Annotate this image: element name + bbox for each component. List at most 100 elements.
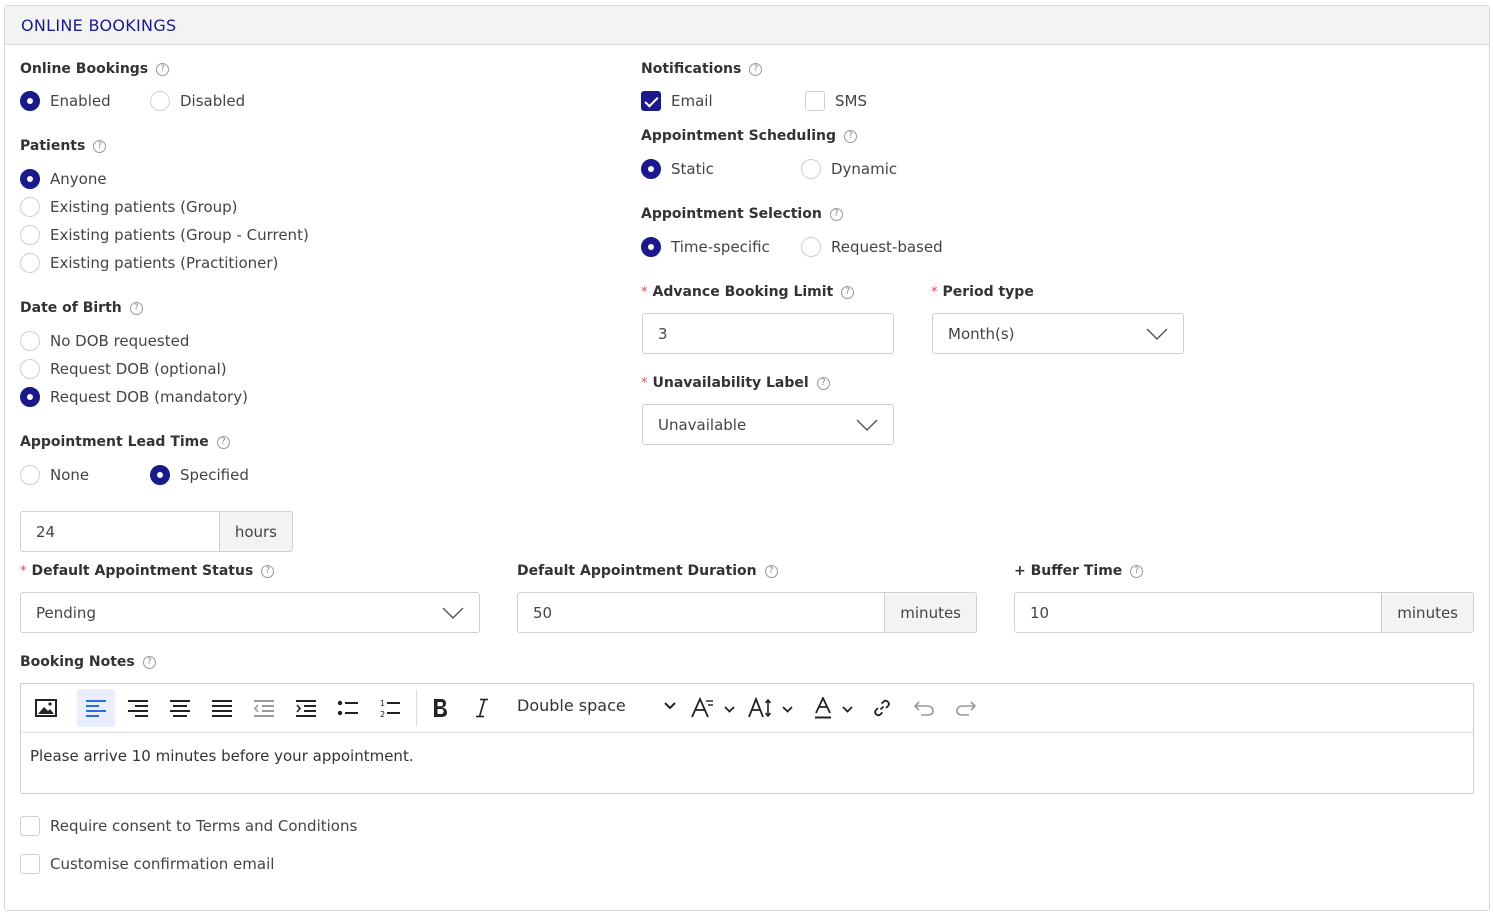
selection-label: Appointment Selection ?	[641, 206, 843, 222]
lead-time-none-radio[interactable]: None	[20, 465, 89, 485]
default-duration-input-group: 50 minutes	[517, 592, 977, 633]
image-icon[interactable]	[27, 689, 65, 727]
required-mark: *	[931, 284, 938, 300]
booking-notes-editor: 12 Double space Please arrive 10 minutes…	[20, 683, 1474, 794]
online-bookings-enabled-radio[interactable]: Enabled	[20, 91, 111, 111]
checkbox-icon[interactable]	[20, 854, 40, 874]
align-right-icon[interactable]	[119, 689, 157, 727]
lead-time-input-group: 24 hours	[20, 511, 293, 552]
radio-icon[interactable]	[801, 237, 821, 257]
help-icon[interactable]: ?	[829, 207, 843, 221]
buffer-time-input[interactable]: 10	[1015, 593, 1382, 632]
radio-selected-icon[interactable]	[20, 387, 40, 407]
help-icon[interactable]: ?	[764, 564, 778, 578]
help-icon[interactable]: ?	[816, 376, 830, 390]
radio-icon[interactable]	[20, 197, 40, 217]
notifications-label: Notifications ?	[641, 61, 763, 77]
patients-existing-group-current-radio[interactable]: Existing patients (Group - Current)	[20, 225, 309, 245]
selection-request-based-radio[interactable]: Request-based	[801, 237, 943, 257]
required-mark: *	[20, 563, 27, 579]
help-icon[interactable]: ?	[93, 139, 107, 153]
default-duration-input[interactable]: 50	[518, 593, 885, 632]
dob-optional-radio[interactable]: Request DOB (optional)	[20, 359, 227, 379]
default-status-select[interactable]: Pending	[20, 592, 480, 633]
font-color-icon[interactable]	[811, 689, 861, 727]
unavailability-select[interactable]: Unavailable	[642, 404, 894, 445]
customise-confirmation-checkbox[interactable]: Customise confirmation email	[20, 854, 274, 874]
buffer-time-input-group: 10 minutes	[1014, 592, 1474, 633]
radio-selected-icon[interactable]	[641, 159, 661, 179]
outdent-icon[interactable]	[245, 689, 283, 727]
radio-icon[interactable]	[20, 331, 40, 351]
numbered-list-icon[interactable]: 12	[371, 689, 409, 727]
help-icon[interactable]: ?	[142, 655, 156, 669]
redo-icon[interactable]	[947, 689, 985, 727]
radio-icon[interactable]	[801, 159, 821, 179]
radio-icon[interactable]	[150, 91, 170, 111]
checkbox-icon[interactable]	[805, 91, 825, 111]
undo-icon[interactable]	[905, 689, 943, 727]
link-icon[interactable]	[863, 689, 901, 727]
period-type-select[interactable]: Month(s)	[932, 313, 1184, 354]
line-spacing-select[interactable]: Double space	[517, 696, 676, 715]
radio-selected-icon[interactable]	[20, 91, 40, 111]
default-duration-label: Default Appointment Duration ?	[517, 563, 778, 579]
radio-selected-icon[interactable]	[150, 465, 170, 485]
period-type-label: * Period type	[931, 284, 1034, 300]
svg-text:1: 1	[380, 699, 385, 708]
help-icon[interactable]: ?	[216, 435, 230, 449]
checkbox-checked-icon[interactable]	[641, 91, 661, 111]
scheduling-static-radio[interactable]: Static	[641, 159, 714, 179]
online-bookings-disabled-radio[interactable]: Disabled	[150, 91, 245, 111]
lead-time-input[interactable]: 24	[21, 512, 219, 551]
radio-icon[interactable]	[20, 225, 40, 245]
help-icon[interactable]: ?	[129, 301, 143, 315]
font-family-icon[interactable]	[689, 689, 739, 727]
bold-icon[interactable]	[421, 689, 459, 727]
patients-existing-practitioner-radio[interactable]: Existing patients (Practitioner)	[20, 253, 278, 273]
align-left-icon[interactable]	[77, 689, 115, 727]
chevron-down-icon	[856, 419, 878, 431]
panel-title: ONLINE BOOKINGS	[21, 16, 177, 35]
patients-label: Patients ?	[20, 138, 107, 154]
help-icon[interactable]: ?	[1130, 564, 1144, 578]
radio-icon[interactable]	[20, 359, 40, 379]
align-justify-icon[interactable]	[203, 689, 241, 727]
default-status-label: * Default Appointment Status ?	[20, 563, 275, 579]
dob-mandatory-radio[interactable]: Request DOB (mandatory)	[20, 387, 248, 407]
chevron-down-icon	[664, 701, 676, 709]
radio-icon[interactable]	[20, 465, 40, 485]
notifications-email-checkbox[interactable]: Email	[641, 91, 713, 111]
online-bookings-label: Online Bookings ?	[20, 61, 170, 77]
chevron-down-icon	[1146, 328, 1168, 340]
buffer-time-unit: minutes	[1381, 593, 1473, 632]
bullet-list-icon[interactable]	[329, 689, 367, 727]
dob-label: Date of Birth ?	[20, 300, 143, 316]
help-icon[interactable]: ?	[841, 285, 855, 299]
dob-none-radio[interactable]: No DOB requested	[20, 331, 189, 351]
indent-icon[interactable]	[287, 689, 325, 727]
help-icon[interactable]: ?	[749, 62, 763, 76]
radio-selected-icon[interactable]	[20, 169, 40, 189]
lead-time-specified-radio[interactable]: Specified	[150, 465, 249, 485]
booking-notes-label: Booking Notes ?	[20, 654, 156, 670]
font-size-icon[interactable]	[747, 689, 797, 727]
patients-anyone-radio[interactable]: Anyone	[20, 169, 107, 189]
radio-selected-icon[interactable]	[641, 237, 661, 257]
scheduling-dynamic-radio[interactable]: Dynamic	[801, 159, 897, 179]
notifications-sms-checkbox[interactable]: SMS	[805, 91, 867, 111]
checkbox-icon[interactable]	[20, 816, 40, 836]
help-icon[interactable]: ?	[844, 129, 857, 143]
help-icon[interactable]: ?	[156, 62, 170, 76]
toolbar-separator	[416, 690, 417, 726]
require-consent-checkbox[interactable]: Require consent to Terms and Conditions	[20, 816, 357, 836]
help-icon[interactable]: ?	[261, 564, 275, 578]
booking-notes-content[interactable]: Please arrive 10 minutes before your app…	[30, 747, 414, 765]
lead-time-unit: hours	[218, 512, 292, 551]
radio-icon[interactable]	[20, 253, 40, 273]
patients-existing-group-radio[interactable]: Existing patients (Group)	[20, 197, 238, 217]
italic-icon[interactable]	[463, 689, 501, 727]
align-center-icon[interactable]	[161, 689, 199, 727]
selection-time-specific-radio[interactable]: Time-specific	[641, 237, 770, 257]
advance-limit-input[interactable]: 3	[642, 313, 894, 354]
